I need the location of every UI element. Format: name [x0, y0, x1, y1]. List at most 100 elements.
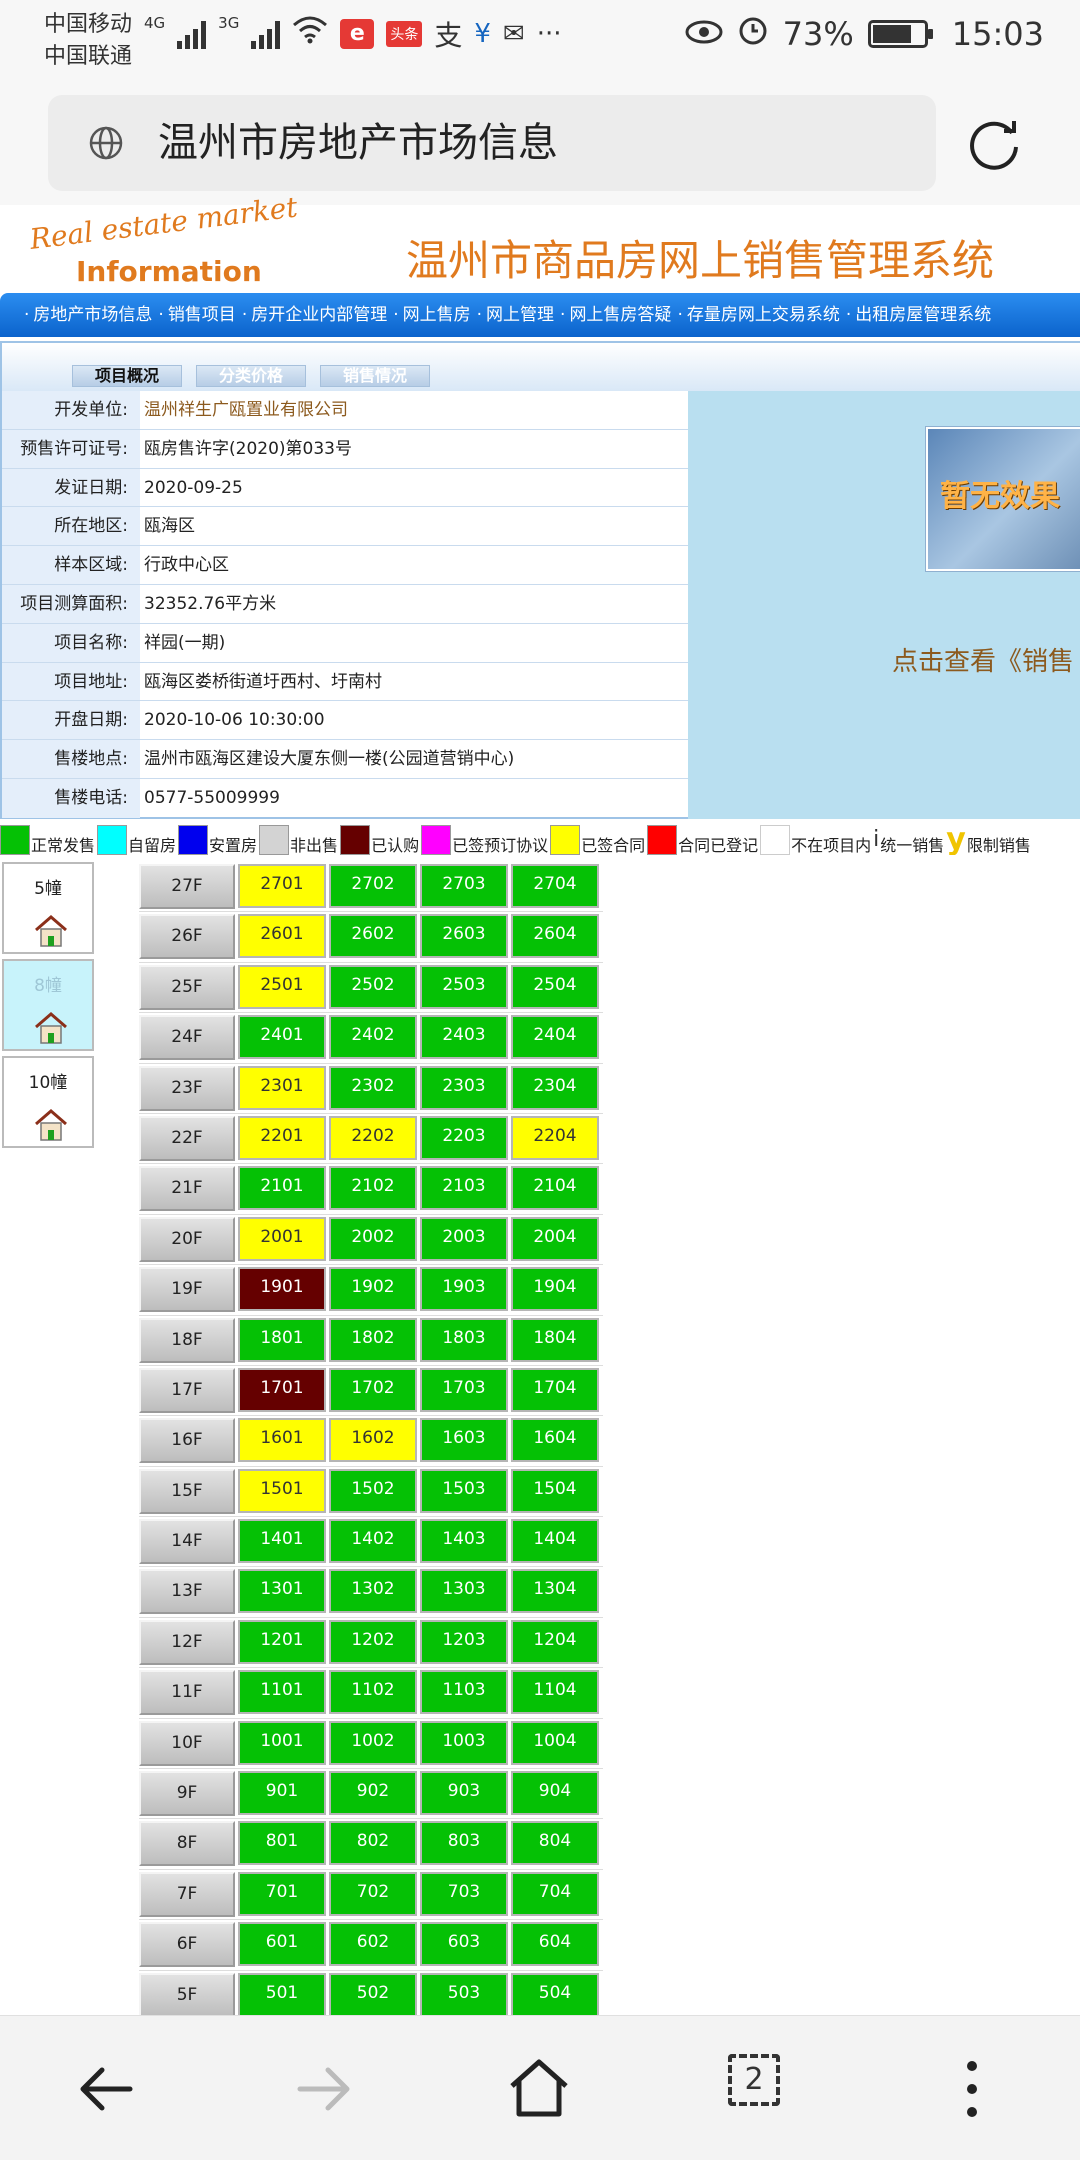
unit-cell[interactable]: 1502	[329, 1468, 417, 1513]
unit-cell[interactable]: 1801	[238, 1317, 326, 1362]
unit-cell[interactable]: 2001	[238, 1216, 326, 1261]
menu-icon[interactable]	[944, 2054, 1014, 2124]
unit-cell[interactable]: 1803	[420, 1317, 508, 1362]
unit-cell[interactable]: 602	[329, 1922, 417, 1967]
unit-cell[interactable]: 502	[329, 1972, 417, 2017]
unit-cell[interactable]: 2201	[238, 1115, 326, 1160]
unit-cell[interactable]: 1104	[511, 1670, 599, 1715]
unit-cell[interactable]: 802	[329, 1821, 417, 1866]
unit-cell[interactable]: 2104	[511, 1166, 599, 1211]
unit-cell[interactable]: 1201	[238, 1619, 326, 1664]
unit-cell[interactable]: 1802	[329, 1317, 417, 1362]
nav-item-developer-admin[interactable]: 房开企业内部管理	[236, 293, 387, 337]
unit-cell[interactable]: 1002	[329, 1720, 417, 1765]
forward-icon[interactable]	[288, 2054, 358, 2124]
unit-cell[interactable]: 1302	[329, 1569, 417, 1614]
tab-overview[interactable]: 项目概况	[72, 365, 182, 387]
unit-cell[interactable]: 1004	[511, 1720, 599, 1765]
unit-cell[interactable]: 2204	[511, 1115, 599, 1160]
unit-cell[interactable]: 2603	[420, 914, 508, 959]
unit-cell[interactable]: 1102	[329, 1670, 417, 1715]
url-field[interactable]: 温州市房地产市场信息	[48, 95, 936, 191]
back-icon[interactable]	[72, 2054, 142, 2124]
unit-cell[interactable]: 702	[329, 1871, 417, 1916]
reload-icon[interactable]	[966, 113, 1026, 173]
unit-cell[interactable]: 2704	[511, 864, 599, 908]
unit-cell[interactable]: 2004	[511, 1216, 599, 1261]
unit-cell[interactable]: 1701	[238, 1367, 326, 1412]
unit-cell[interactable]: 2701	[238, 864, 326, 908]
unit-cell[interactable]: 1901	[238, 1267, 326, 1312]
nav-item-online-sales[interactable]: 网上售房	[387, 293, 471, 337]
unit-cell[interactable]: 804	[511, 1821, 599, 1866]
building-tab[interactable]: 8幢	[2, 959, 94, 1051]
unit-cell[interactable]: 1702	[329, 1367, 417, 1412]
unit-cell[interactable]: 1304	[511, 1569, 599, 1614]
nav-item-rental-system[interactable]: 出租房屋管理系统	[840, 293, 991, 337]
unit-cell[interactable]: 903	[420, 1771, 508, 1816]
unit-cell[interactable]: 901	[238, 1771, 326, 1816]
unit-cell[interactable]: 1404	[511, 1519, 599, 1564]
unit-cell[interactable]: 2404	[511, 1015, 599, 1060]
unit-cell[interactable]: 1902	[329, 1267, 417, 1312]
unit-cell[interactable]: 2504	[511, 964, 599, 1009]
unit-cell[interactable]: 2702	[329, 864, 417, 908]
unit-cell[interactable]: 1303	[420, 1569, 508, 1614]
unit-cell[interactable]: 2402	[329, 1015, 417, 1060]
tabs-button[interactable]: 2	[728, 2054, 798, 2124]
unit-cell[interactable]: 1301	[238, 1569, 326, 1614]
rendering-image[interactable]: 暂无效果	[926, 427, 1080, 571]
unit-cell[interactable]: 1601	[238, 1418, 326, 1463]
nav-item-market-info[interactable]: 房地产市场信息	[18, 293, 152, 337]
unit-cell[interactable]: 2602	[329, 914, 417, 959]
unit-cell[interactable]: 604	[511, 1922, 599, 1967]
unit-cell[interactable]: 703	[420, 1871, 508, 1916]
unit-cell[interactable]: 1602	[329, 1418, 417, 1463]
unit-cell[interactable]: 501	[238, 1972, 326, 2017]
nav-item-resale-system[interactable]: 存量房网上交易系统	[671, 293, 840, 337]
unit-cell[interactable]: 2101	[238, 1166, 326, 1211]
unit-cell[interactable]: 1402	[329, 1519, 417, 1564]
unit-cell[interactable]: 704	[511, 1871, 599, 1916]
tab-sales[interactable]: 销售情况	[320, 365, 430, 387]
unit-cell[interactable]: 2203	[420, 1115, 508, 1160]
unit-cell[interactable]: 504	[511, 1972, 599, 2017]
developer-link[interactable]: 温州祥生广瓯置业有限公司	[140, 391, 688, 429]
unit-cell[interactable]: 1501	[238, 1468, 326, 1513]
unit-cell[interactable]: 2301	[238, 1065, 326, 1110]
unit-cell[interactable]: 1401	[238, 1519, 326, 1564]
unit-cell[interactable]: 2503	[420, 964, 508, 1009]
building-tab[interactable]: 5幢	[2, 862, 94, 954]
unit-cell[interactable]: 1203	[420, 1619, 508, 1664]
building-tab[interactable]: 10幢	[2, 1056, 94, 1148]
unit-cell[interactable]: 1403	[420, 1519, 508, 1564]
unit-cell[interactable]: 2604	[511, 914, 599, 959]
unit-cell[interactable]: 1503	[420, 1468, 508, 1513]
unit-cell[interactable]: 1101	[238, 1670, 326, 1715]
unit-cell[interactable]: 603	[420, 1922, 508, 1967]
unit-cell[interactable]: 2103	[420, 1166, 508, 1211]
unit-cell[interactable]: 2403	[420, 1015, 508, 1060]
unit-cell[interactable]: 902	[329, 1771, 417, 1816]
unit-cell[interactable]: 1001	[238, 1720, 326, 1765]
unit-cell[interactable]: 1504	[511, 1468, 599, 1513]
unit-cell[interactable]: 2501	[238, 964, 326, 1009]
home-icon[interactable]	[504, 2054, 574, 2124]
tab-price[interactable]: 分类价格	[196, 365, 306, 387]
nav-item-faq[interactable]: 网上售房答疑	[554, 293, 671, 337]
unit-cell[interactable]: 2102	[329, 1166, 417, 1211]
unit-cell[interactable]: 1904	[511, 1267, 599, 1312]
unit-cell[interactable]: 2003	[420, 1216, 508, 1261]
unit-cell[interactable]: 2401	[238, 1015, 326, 1060]
site-logo[interactable]: Real estate market Information	[28, 190, 299, 293]
unit-cell[interactable]: 601	[238, 1922, 326, 1967]
unit-cell[interactable]: 2202	[329, 1115, 417, 1160]
unit-cell[interactable]: 1603	[420, 1418, 508, 1463]
unit-cell[interactable]: 2304	[511, 1065, 599, 1110]
unit-cell[interactable]: 503	[420, 1972, 508, 2017]
unit-cell[interactable]: 1703	[420, 1367, 508, 1412]
unit-cell[interactable]: 904	[511, 1771, 599, 1816]
unit-cell[interactable]: 2302	[329, 1065, 417, 1110]
unit-cell[interactable]: 1804	[511, 1317, 599, 1362]
nav-item-sales-projects[interactable]: 销售项目	[152, 293, 236, 337]
